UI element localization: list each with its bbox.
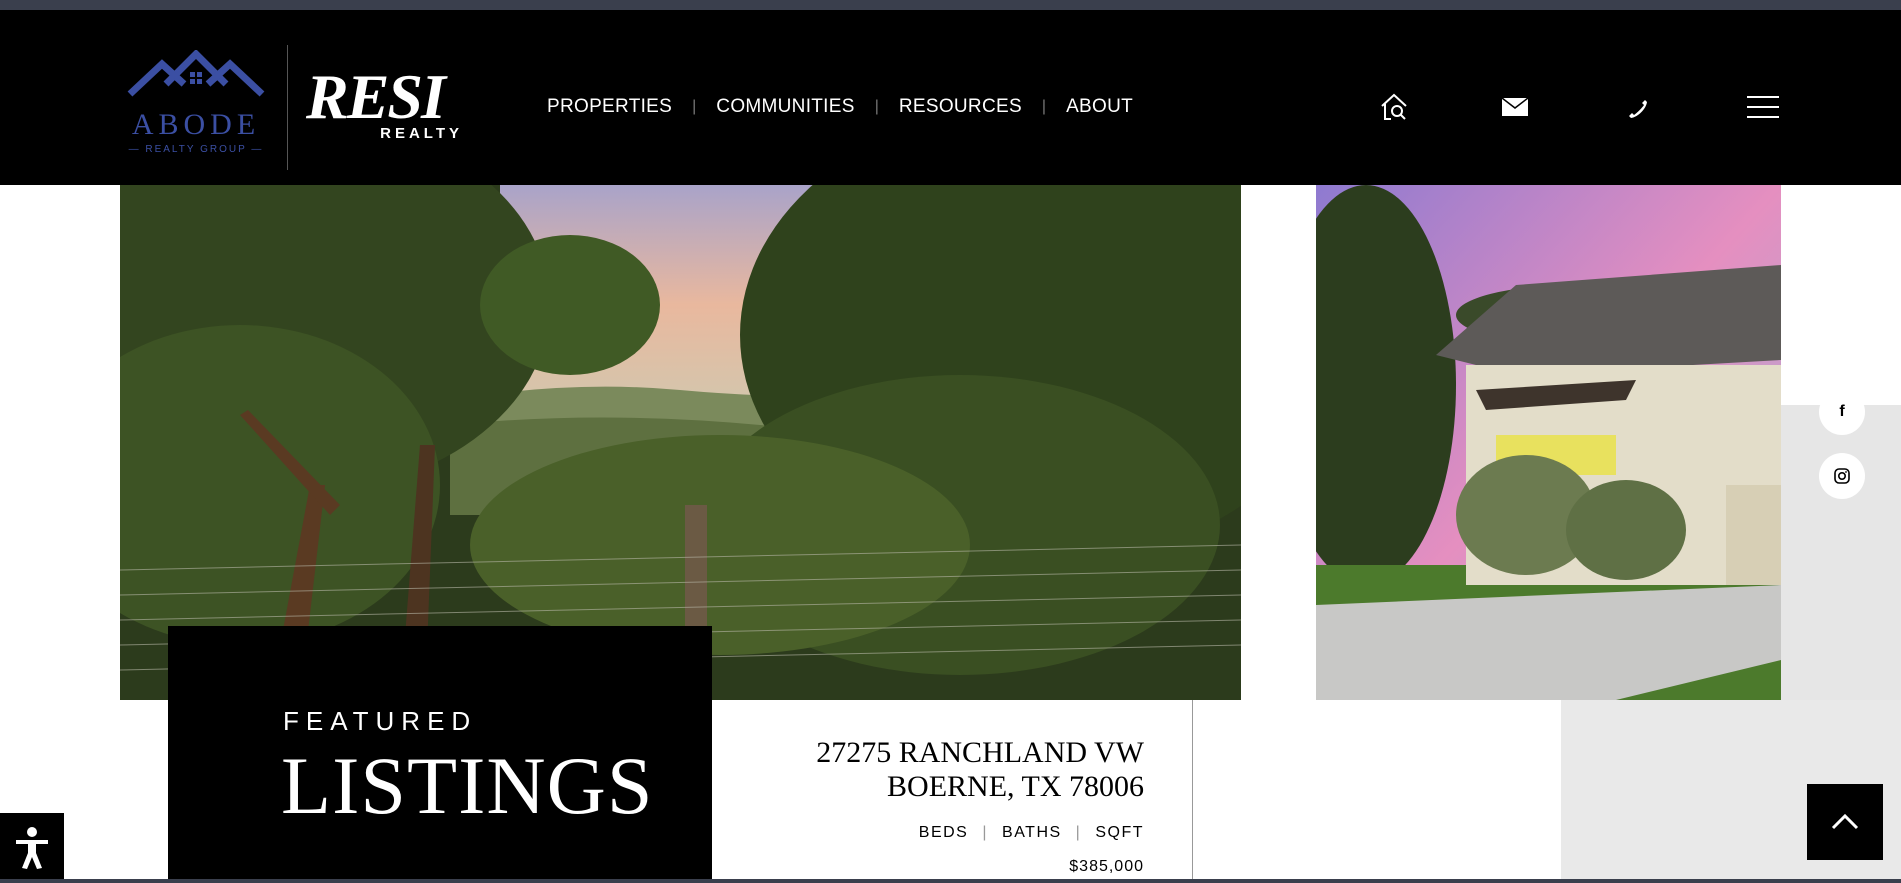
listing-price: $385,000 <box>1069 858 1144 875</box>
listing-divider <box>1192 700 1193 883</box>
listing-sqft: SQFT <box>1095 824 1144 841</box>
logo-divider <box>287 45 288 170</box>
abode-tagline: — REALTY GROUP — <box>128 144 264 155</box>
menu-icon[interactable] <box>1746 90 1780 124</box>
abode-name: ABODE <box>131 108 261 141</box>
featured-kicker: FEATURED <box>283 706 478 736</box>
nav-separator: | <box>874 98 879 115</box>
listing-beds: BEDS <box>918 824 969 841</box>
phone-icon[interactable] <box>1619 90 1653 124</box>
home-search-icon[interactable] <box>1377 90 1411 124</box>
scroll-to-top-button[interactable] <box>1807 784 1883 860</box>
nav-about[interactable]: ABOUT <box>1066 96 1133 118</box>
resi-tagline: REALTY <box>380 125 463 142</box>
nav-resources[interactable]: RESOURCES <box>899 96 1022 118</box>
top-strip <box>0 0 1901 10</box>
nav-separator: | <box>692 98 697 115</box>
listing-photo-secondary[interactable] <box>1316 185 1781 700</box>
nav-separator: | <box>1041 98 1047 115</box>
stats-separator: | <box>1075 824 1082 841</box>
main-nav: PROPERTIES | COMMUNITIES | RESOURCES | A… <box>547 94 1133 120</box>
mail-icon[interactable] <box>1498 90 1532 124</box>
listing-address-line1[interactable]: 27275 RANCHLAND VW <box>816 736 1144 770</box>
listing-baths: BATHS <box>1002 824 1062 841</box>
abode-logo[interactable]: ABODE — REALTY GROUP — <box>126 50 266 160</box>
stats-separator: | <box>982 824 989 841</box>
abode-roof-icon <box>127 50 265 97</box>
listing-address-line2: BOERNE, TX 78006 <box>887 770 1144 803</box>
featured-title: LISTINGS <box>281 740 654 831</box>
instagram-icon[interactable] <box>1819 453 1865 499</box>
listing-card[interactable]: 27275 RANCHLAND VW BOERNE, TX 78006 BEDS… <box>712 700 1144 883</box>
listing-photo-main[interactable] <box>120 185 1241 700</box>
listing-stats: BEDS | BATHS | SQFT <box>919 824 1144 842</box>
nav-communities[interactable]: COMMUNITIES <box>716 96 854 118</box>
resi-name: RESI <box>306 61 446 132</box>
chevron-up-icon <box>1831 813 1859 830</box>
accessibility-icon <box>16 827 48 869</box>
accessibility-button[interactable] <box>0 813 64 883</box>
resi-logo[interactable]: RESI REALTY <box>306 65 471 145</box>
nav-properties[interactable]: PROPERTIES <box>547 96 672 118</box>
featured-listings-panel: FEATURED LISTINGS <box>168 626 712 883</box>
site-header: ABODE — REALTY GROUP — RESI REALTY PROPE… <box>0 10 1901 185</box>
bottom-strip <box>0 879 1901 883</box>
facebook-icon[interactable]: f <box>1819 389 1865 435</box>
